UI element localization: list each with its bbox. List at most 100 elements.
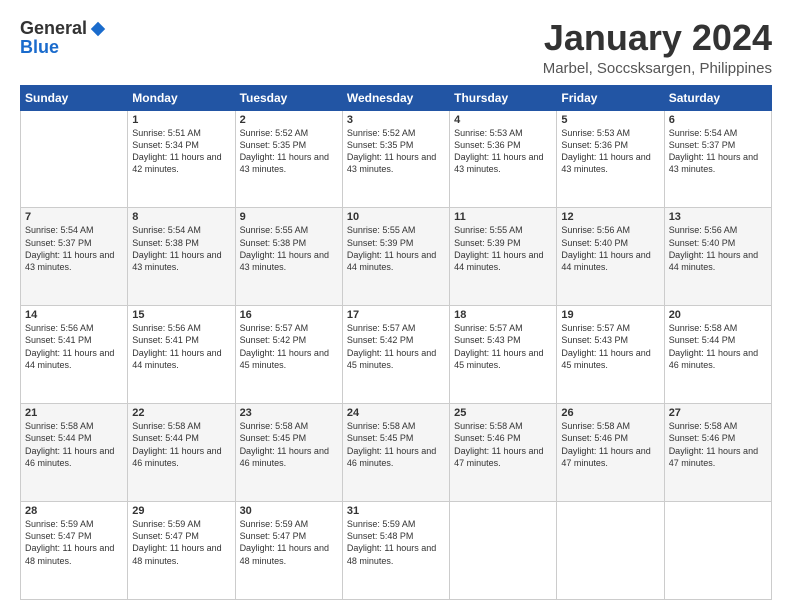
header-day-sunday: Sunday xyxy=(21,85,128,110)
calendar-cell: 14 Sunrise: 5:56 AM Sunset: 5:41 PM Dayl… xyxy=(21,306,128,404)
cell-daylight: Daylight: 11 hours and 44 minutes. xyxy=(561,250,650,272)
day-number: 17 xyxy=(347,309,445,321)
day-number: 15 xyxy=(132,309,230,321)
cell-sunset: Sunset: 5:47 PM xyxy=(25,531,92,541)
day-number: 22 xyxy=(132,407,230,419)
cell-daylight: Daylight: 11 hours and 48 minutes. xyxy=(25,543,114,565)
day-number: 5 xyxy=(561,114,659,126)
calendar-week-4: 21 Sunrise: 5:58 AM Sunset: 5:44 PM Dayl… xyxy=(21,404,772,502)
cell-sunset: Sunset: 5:41 PM xyxy=(25,335,92,345)
calendar-cell: 6 Sunrise: 5:54 AM Sunset: 5:37 PM Dayli… xyxy=(664,110,771,208)
day-number: 29 xyxy=(132,505,230,517)
cell-sunset: Sunset: 5:36 PM xyxy=(561,140,628,150)
cell-sunrise: Sunrise: 5:52 AM xyxy=(240,128,309,138)
cell-sunset: Sunset: 5:46 PM xyxy=(454,433,521,443)
calendar-cell: 22 Sunrise: 5:58 AM Sunset: 5:44 PM Dayl… xyxy=(128,404,235,502)
cell-sunrise: Sunrise: 5:52 AM xyxy=(347,128,416,138)
cell-sunset: Sunset: 5:39 PM xyxy=(347,238,414,248)
cell-sunset: Sunset: 5:36 PM xyxy=(454,140,521,150)
calendar-cell xyxy=(664,502,771,600)
calendar-body: 1 Sunrise: 5:51 AM Sunset: 5:34 PM Dayli… xyxy=(21,110,772,599)
header-day-wednesday: Wednesday xyxy=(342,85,449,110)
cell-sunset: Sunset: 5:45 PM xyxy=(347,433,414,443)
calendar-week-2: 7 Sunrise: 5:54 AM Sunset: 5:37 PM Dayli… xyxy=(21,208,772,306)
calendar-cell: 16 Sunrise: 5:57 AM Sunset: 5:42 PM Dayl… xyxy=(235,306,342,404)
cell-sunrise: Sunrise: 5:55 AM xyxy=(240,225,309,235)
header-day-friday: Friday xyxy=(557,85,664,110)
cell-daylight: Daylight: 11 hours and 45 minutes. xyxy=(561,348,650,370)
cell-sunset: Sunset: 5:35 PM xyxy=(240,140,307,150)
cell-sunrise: Sunrise: 5:58 AM xyxy=(347,421,416,431)
day-number: 26 xyxy=(561,407,659,419)
cell-daylight: Daylight: 11 hours and 43 minutes. xyxy=(454,152,543,174)
calendar-cell: 1 Sunrise: 5:51 AM Sunset: 5:34 PM Dayli… xyxy=(128,110,235,208)
calendar-cell: 5 Sunrise: 5:53 AM Sunset: 5:36 PM Dayli… xyxy=(557,110,664,208)
cell-sunset: Sunset: 5:37 PM xyxy=(669,140,736,150)
day-number: 28 xyxy=(25,505,123,517)
calendar-cell: 28 Sunrise: 5:59 AM Sunset: 5:47 PM Dayl… xyxy=(21,502,128,600)
logo-blue-text: Blue xyxy=(20,37,59,58)
day-number: 19 xyxy=(561,309,659,321)
calendar-cell xyxy=(21,110,128,208)
cell-sunrise: Sunrise: 5:56 AM xyxy=(132,323,201,333)
cell-sunrise: Sunrise: 5:58 AM xyxy=(132,421,201,431)
day-number: 9 xyxy=(240,211,338,223)
cell-sunset: Sunset: 5:38 PM xyxy=(132,238,199,248)
cell-sunset: Sunset: 5:46 PM xyxy=(669,433,736,443)
cell-sunrise: Sunrise: 5:59 AM xyxy=(240,519,309,529)
calendar-cell: 29 Sunrise: 5:59 AM Sunset: 5:47 PM Dayl… xyxy=(128,502,235,600)
calendar-week-5: 28 Sunrise: 5:59 AM Sunset: 5:47 PM Dayl… xyxy=(21,502,772,600)
cell-daylight: Daylight: 11 hours and 44 minutes. xyxy=(454,250,543,272)
cell-sunrise: Sunrise: 5:59 AM xyxy=(25,519,94,529)
day-number: 3 xyxy=(347,114,445,126)
header: General Blue January 2024 Marbel, Soccsk… xyxy=(20,18,772,77)
cell-sunrise: Sunrise: 5:58 AM xyxy=(454,421,523,431)
calendar-cell: 27 Sunrise: 5:58 AM Sunset: 5:46 PM Dayl… xyxy=(664,404,771,502)
cell-sunset: Sunset: 5:41 PM xyxy=(132,335,199,345)
calendar-cell: 2 Sunrise: 5:52 AM Sunset: 5:35 PM Dayli… xyxy=(235,110,342,208)
cell-daylight: Daylight: 11 hours and 46 minutes. xyxy=(669,348,758,370)
cell-sunrise: Sunrise: 5:54 AM xyxy=(25,225,94,235)
location: Marbel, Soccsksargen, Philippines xyxy=(543,60,772,77)
calendar-cell: 7 Sunrise: 5:54 AM Sunset: 5:37 PM Dayli… xyxy=(21,208,128,306)
cell-daylight: Daylight: 11 hours and 44 minutes. xyxy=(669,250,758,272)
cell-daylight: Daylight: 11 hours and 44 minutes. xyxy=(132,348,221,370)
header-day-tuesday: Tuesday xyxy=(235,85,342,110)
cell-sunset: Sunset: 5:44 PM xyxy=(25,433,92,443)
day-number: 23 xyxy=(240,407,338,419)
cell-sunrise: Sunrise: 5:58 AM xyxy=(561,421,630,431)
cell-sunset: Sunset: 5:35 PM xyxy=(347,140,414,150)
day-number: 12 xyxy=(561,211,659,223)
logo-flag-icon xyxy=(89,20,107,38)
calendar-cell: 19 Sunrise: 5:57 AM Sunset: 5:43 PM Dayl… xyxy=(557,306,664,404)
calendar-cell: 18 Sunrise: 5:57 AM Sunset: 5:43 PM Dayl… xyxy=(450,306,557,404)
cell-sunset: Sunset: 5:44 PM xyxy=(132,433,199,443)
day-number: 13 xyxy=(669,211,767,223)
cell-daylight: Daylight: 11 hours and 46 minutes. xyxy=(240,446,329,468)
cell-sunrise: Sunrise: 5:55 AM xyxy=(454,225,523,235)
calendar-cell: 4 Sunrise: 5:53 AM Sunset: 5:36 PM Dayli… xyxy=(450,110,557,208)
cell-sunset: Sunset: 5:37 PM xyxy=(25,238,92,248)
cell-sunrise: Sunrise: 5:54 AM xyxy=(669,128,738,138)
day-number: 31 xyxy=(347,505,445,517)
title-block: January 2024 Marbel, Soccsksargen, Phili… xyxy=(543,18,772,77)
cell-sunrise: Sunrise: 5:57 AM xyxy=(561,323,630,333)
cell-sunset: Sunset: 5:42 PM xyxy=(347,335,414,345)
calendar-cell: 15 Sunrise: 5:56 AM Sunset: 5:41 PM Dayl… xyxy=(128,306,235,404)
cell-sunset: Sunset: 5:48 PM xyxy=(347,531,414,541)
day-number: 20 xyxy=(669,309,767,321)
cell-sunrise: Sunrise: 5:58 AM xyxy=(25,421,94,431)
cell-sunrise: Sunrise: 5:58 AM xyxy=(669,323,738,333)
calendar-cell: 23 Sunrise: 5:58 AM Sunset: 5:45 PM Dayl… xyxy=(235,404,342,502)
cell-daylight: Daylight: 11 hours and 46 minutes. xyxy=(25,446,114,468)
calendar-cell: 21 Sunrise: 5:58 AM Sunset: 5:44 PM Dayl… xyxy=(21,404,128,502)
cell-sunset: Sunset: 5:46 PM xyxy=(561,433,628,443)
day-number: 24 xyxy=(347,407,445,419)
calendar-cell: 13 Sunrise: 5:56 AM Sunset: 5:40 PM Dayl… xyxy=(664,208,771,306)
cell-sunrise: Sunrise: 5:57 AM xyxy=(454,323,523,333)
cell-daylight: Daylight: 11 hours and 43 minutes. xyxy=(240,152,329,174)
cell-daylight: Daylight: 11 hours and 48 minutes. xyxy=(240,543,329,565)
cell-daylight: Daylight: 11 hours and 47 minutes. xyxy=(454,446,543,468)
day-number: 2 xyxy=(240,114,338,126)
day-number: 4 xyxy=(454,114,552,126)
